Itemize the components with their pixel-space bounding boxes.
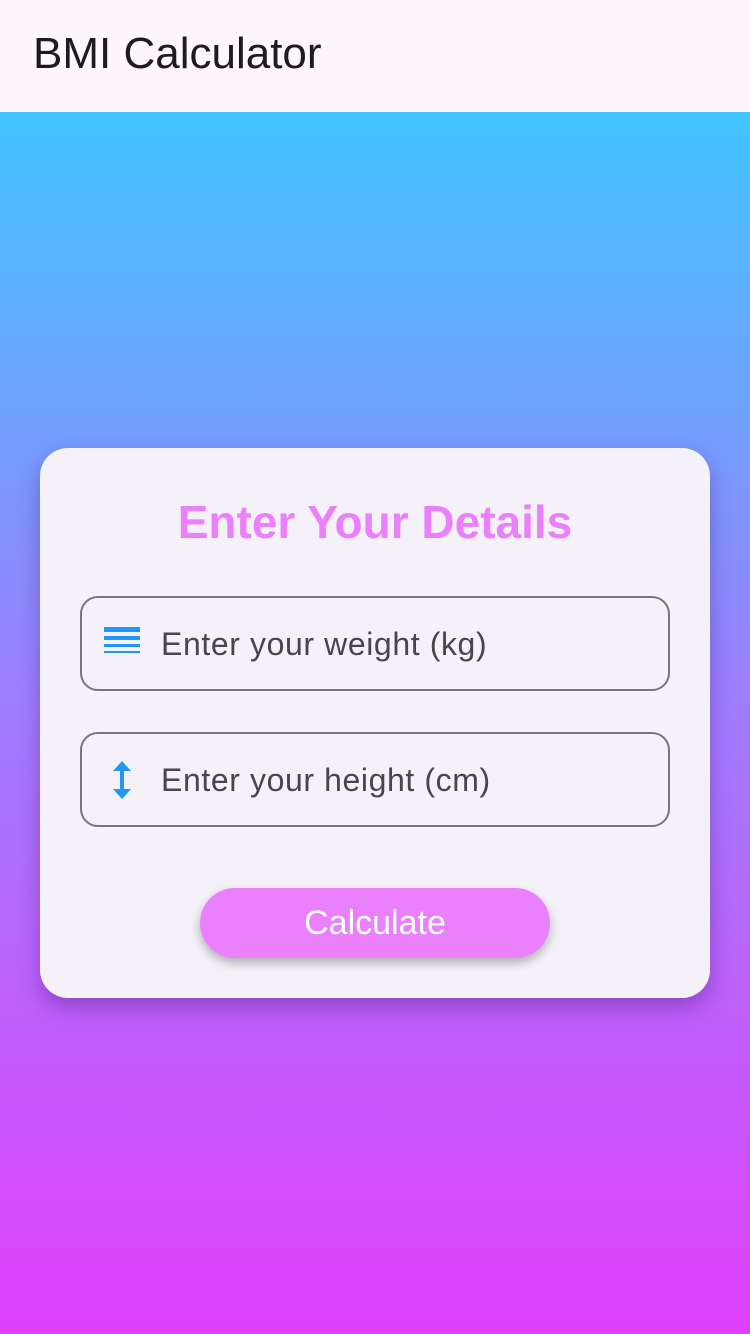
card-title: Enter Your Details <box>177 496 573 548</box>
height-field[interactable]: Enter your height (cm) <box>80 732 670 827</box>
weight-field-placeholder: Enter your weight (kg) <box>161 626 488 662</box>
app-title: BMI Calculator <box>33 29 322 78</box>
calculate-button-label: Calculate <box>304 904 446 942</box>
calculate-button[interactable]: Calculate <box>200 888 550 958</box>
app-bar: BMI Calculator <box>0 0 750 112</box>
vertical-arrows-icon <box>102 760 142 800</box>
height-field-placeholder: Enter your height (cm) <box>161 762 491 798</box>
weight-field[interactable]: Enter your weight (kg) <box>80 596 670 691</box>
line-weight-icon <box>102 624 142 664</box>
